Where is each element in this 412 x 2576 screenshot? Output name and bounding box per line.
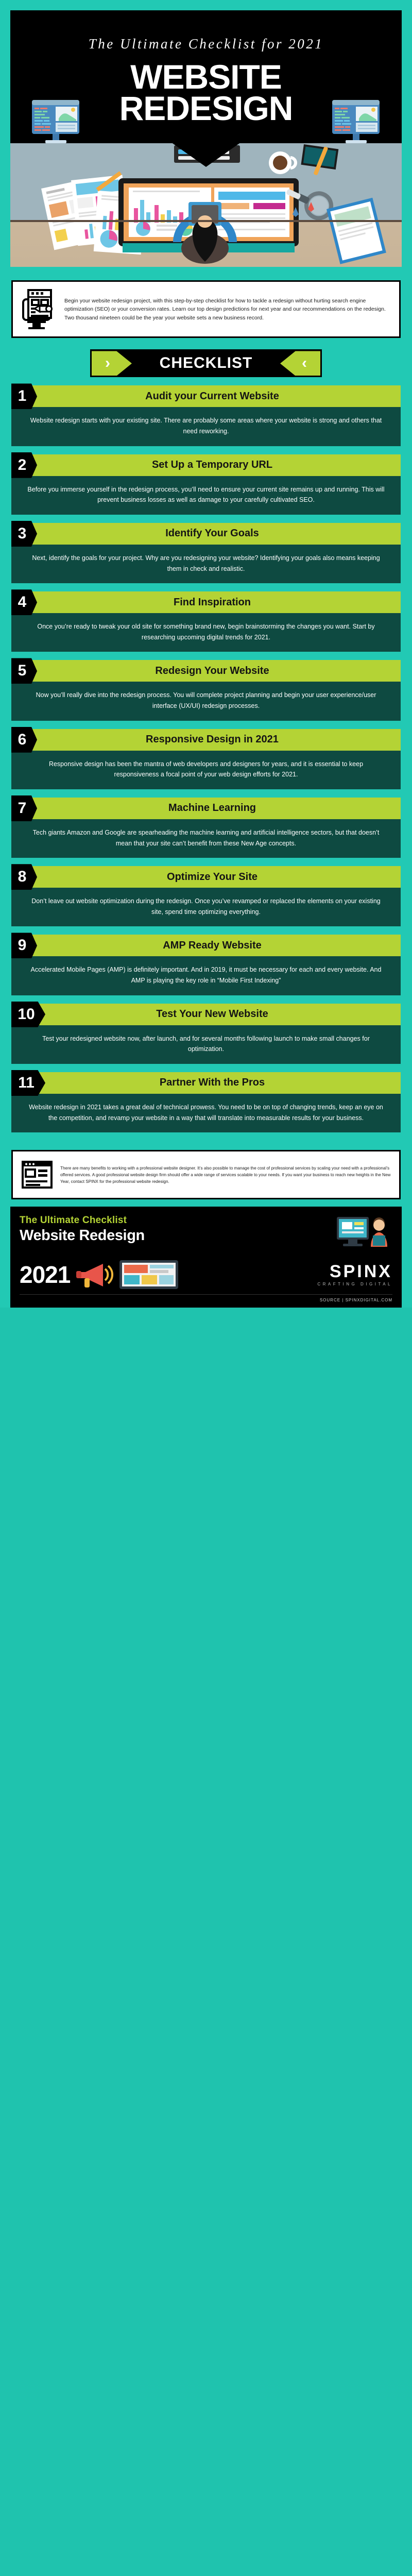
step-header: 1 Audit your Current Website bbox=[11, 383, 401, 410]
desk-edge bbox=[10, 220, 402, 223]
step-body: Website redesign starts with your existi… bbox=[11, 407, 401, 446]
step-number-badge: 9 bbox=[11, 933, 37, 959]
step-card: 1 Audit your Current Website Website redes… bbox=[11, 383, 401, 446]
browser-window-icon bbox=[22, 1161, 53, 1189]
intro-section: Begin your website redesign project, wit… bbox=[0, 267, 412, 342]
step-body: Accelerated Mobile Pages (AMP) is defini… bbox=[11, 956, 401, 995]
hero-title-line1: WEBSITE bbox=[130, 58, 282, 96]
monitor-code-icon-right bbox=[332, 100, 380, 143]
step-header: 3 Identify Your Goals bbox=[11, 520, 401, 547]
step-number-badge: 4 bbox=[11, 589, 37, 616]
step-body: Once you’re ready to tweak your old site… bbox=[11, 613, 401, 652]
step-body: Tech giants Amazon and Google are spearh… bbox=[11, 819, 401, 858]
step-title: AMP Ready Website bbox=[163, 939, 262, 951]
monitor-code-icon-left bbox=[32, 100, 79, 143]
step-title: Set Up a Temporary URL bbox=[151, 459, 273, 471]
step-header: 10 Test Your New Website bbox=[11, 1001, 401, 1027]
document-edit-monitor-icon bbox=[22, 289, 53, 330]
step-body: Responsive design has been the mantra of… bbox=[11, 750, 401, 789]
brand-name: SPINX bbox=[329, 1262, 392, 1282]
chevron-right-icon: › bbox=[92, 351, 132, 376]
infographic-page: The Ultimate Checklist for 2021 WEBSITE … bbox=[0, 0, 412, 1308]
steps-list: 1 Audit your Current Website Website redes… bbox=[0, 383, 412, 1146]
outro-text: There are many benefits to working with … bbox=[60, 1165, 391, 1184]
footer-year: 2021 bbox=[20, 1261, 71, 1289]
step-body: Now you’ll really dive into the redesign… bbox=[11, 682, 401, 721]
step-title: Responsive Design in 2021 bbox=[146, 734, 279, 745]
step-header: 6 Responsive Design in 2021 bbox=[11, 726, 401, 753]
step-title: Machine Learning bbox=[168, 802, 256, 814]
step-title: Partner With the Pros bbox=[159, 1077, 265, 1089]
step-number-badge: 7 bbox=[11, 795, 37, 821]
step-number-badge: 2 bbox=[11, 452, 37, 478]
designer-person-icon bbox=[337, 1217, 387, 1247]
step-card: 8 Optimize Your Site Don’t leave out websi… bbox=[11, 864, 401, 927]
step-title: Redesign Your Website bbox=[155, 665, 269, 676]
step-number-badge: 10 bbox=[11, 1001, 45, 1027]
step-title: Find Inspiration bbox=[174, 596, 251, 608]
source-credit: SOURCE | SPINXDIGITAL.COM bbox=[20, 1294, 392, 1302]
step-header: 2 Set Up a Temporary URL bbox=[11, 452, 401, 478]
chevron-left-icon: ‹ bbox=[280, 351, 320, 376]
step-body: Test your redesigned website now, after … bbox=[11, 1025, 401, 1064]
step-header: 7 Machine Learning bbox=[11, 795, 401, 821]
step-title: Test Your New Website bbox=[156, 1008, 268, 1020]
step-body: Next, identify the goals for your projec… bbox=[11, 544, 401, 584]
step-card: 6 Responsive Design in 2021 Responsive des… bbox=[11, 726, 401, 789]
footer-middle: 2021 SPINX CRAFTING DIGITAL bbox=[20, 1259, 392, 1290]
step-body: Website redesign in 2021 takes a great d… bbox=[11, 1093, 401, 1133]
outro-section: There are many benefits to working with … bbox=[0, 1146, 412, 1207]
brand-tagline: CRAFTING DIGITAL bbox=[317, 1282, 392, 1287]
step-body: Don’t leave out website optimization dur… bbox=[11, 888, 401, 927]
step-title: Identify Your Goals bbox=[165, 528, 259, 539]
footer-titles: The Ultimate Checklist Website Redesign bbox=[20, 1215, 330, 1244]
checklist-label: CHECKLIST bbox=[159, 354, 253, 372]
step-card: 2 Set Up a Temporary URL Before you immers… bbox=[11, 452, 401, 515]
intro-card: Begin your website redesign project, wit… bbox=[11, 280, 401, 338]
hero-notch-triangle bbox=[171, 142, 241, 167]
step-number-badge: 1 bbox=[11, 383, 37, 410]
hero-subtitle: The Ultimate Checklist for 2021 bbox=[88, 36, 324, 52]
step-card: 11 Partner With the Pros Website redesign … bbox=[11, 1070, 401, 1133]
step-header: 8 Optimize Your Site bbox=[11, 864, 401, 890]
chevron-left-glyph: ‹ bbox=[302, 354, 307, 372]
checklist-bar: › CHECKLIST ‹ bbox=[90, 349, 322, 378]
step-title: Optimize Your Site bbox=[167, 871, 258, 883]
step-header: 9 AMP Ready Website bbox=[11, 933, 401, 959]
step-card: 7 Machine Learning Tech giants Amazon and … bbox=[11, 795, 401, 858]
step-card: 10 Test Your New Website Test your redesig… bbox=[11, 1001, 401, 1064]
step-header: 5 Redesign Your Website bbox=[11, 658, 401, 684]
footer: The Ultimate Checklist Website Redesign … bbox=[10, 1207, 402, 1308]
outro-card: There are many benefits to working with … bbox=[11, 1150, 401, 1200]
step-card: 5 Redesign Your Website Now you’ll really … bbox=[11, 658, 401, 721]
step-number-badge: 3 bbox=[11, 520, 37, 547]
step-number-badge: 8 bbox=[11, 864, 37, 890]
step-body: Before you immerse yourself in the redes… bbox=[11, 476, 401, 515]
hero-header: The Ultimate Checklist for 2021 WEBSITE … bbox=[10, 10, 402, 167]
step-card: 9 AMP Ready Website Accelerated Mobile Pag… bbox=[11, 933, 401, 995]
step-header: 4 Find Inspiration bbox=[11, 589, 401, 616]
step-header: 11 Partner With the Pros bbox=[11, 1070, 401, 1096]
chevron-right-glyph: › bbox=[105, 354, 110, 372]
step-title: Audit your Current Website bbox=[145, 390, 279, 402]
step-card: 4 Find Inspiration Once you’re ready to tw… bbox=[11, 589, 401, 652]
step-number-badge: 11 bbox=[11, 1070, 45, 1096]
step-card: 3 Identify Your Goals Next, identify the g… bbox=[11, 520, 401, 584]
tablet-dashboard-icon bbox=[119, 1260, 179, 1290]
checklist-banner: › CHECKLIST ‹ bbox=[0, 342, 412, 383]
brand-block: SPINX CRAFTING DIGITAL bbox=[317, 1263, 392, 1286]
footer-top: The Ultimate Checklist Website Redesign bbox=[20, 1215, 392, 1253]
megaphone-icon bbox=[76, 1264, 114, 1288]
step-number-badge: 6 bbox=[11, 726, 37, 753]
footer-line2: Website Redesign bbox=[20, 1227, 145, 1244]
intro-text: Begin your website redesign project, wit… bbox=[64, 298, 386, 321]
footer-line1: The Ultimate Checklist bbox=[20, 1215, 127, 1226]
step-number-badge: 5 bbox=[11, 658, 37, 684]
